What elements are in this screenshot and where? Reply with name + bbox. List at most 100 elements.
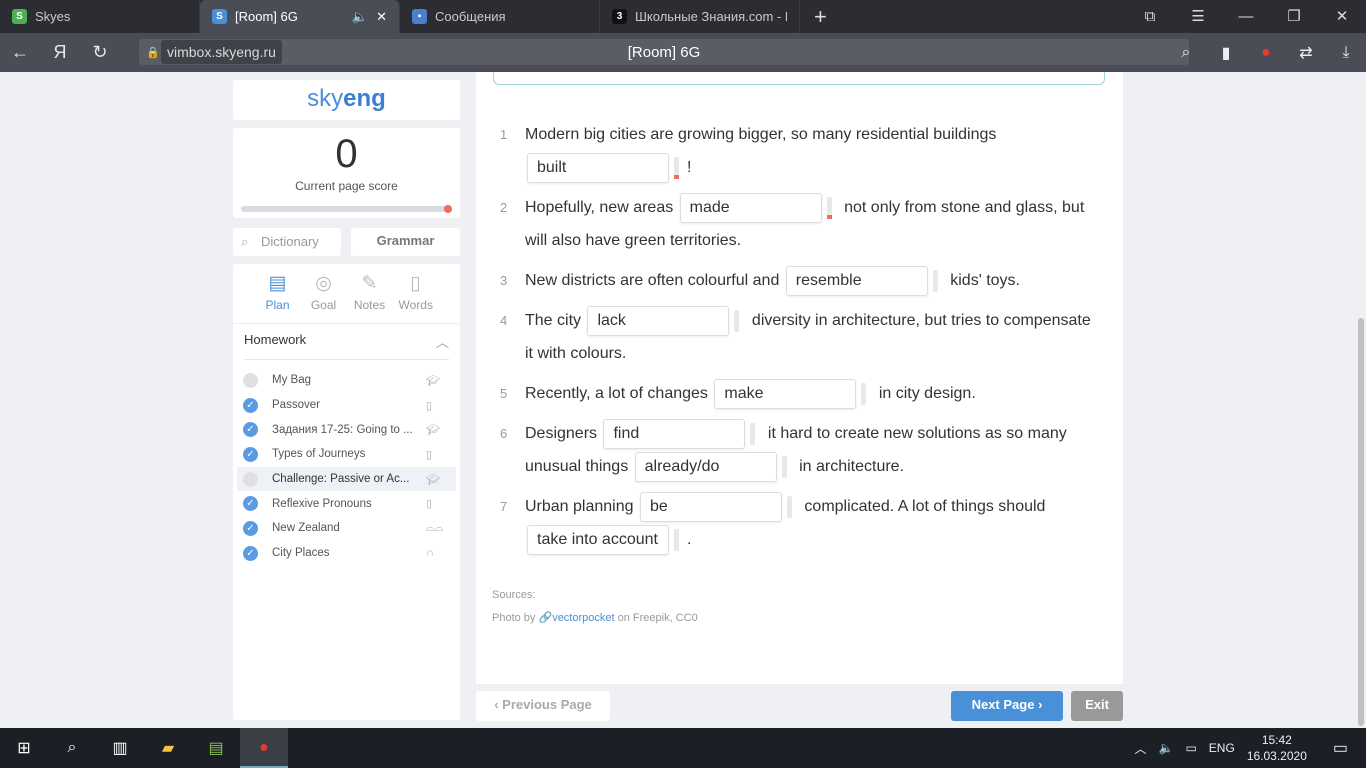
dictionary-placeholder: Dictionary [261, 234, 319, 249]
plan-icon: ▤ [268, 273, 287, 294]
search-icon[interactable]: ⌕ [48, 739, 96, 757]
item-number: 2 [500, 200, 508, 215]
lesson-item[interactable]: ✓ Passover ▯ [237, 393, 456, 418]
lesson-item[interactable]: ✓ City Places ∩ [237, 541, 456, 566]
progress-icon [243, 372, 258, 388]
browser-tab[interactable]: S [Room] 6G 🔈 ✕ [200, 0, 400, 33]
tray-chevron-icon[interactable]: ︿ [1134, 740, 1146, 757]
lesson-item[interactable]: ✓ New Zealand ⌓⌓ [237, 516, 456, 541]
restore-button[interactable]: ❐ [1270, 0, 1318, 33]
tab-label: [Room] 6G [235, 9, 298, 24]
chevron-left-icon: ‹ [494, 697, 503, 712]
author-link[interactable]: vectorpocket [552, 612, 614, 624]
next-page-button[interactable]: Next Page › [951, 691, 1063, 721]
item-number: 3 [500, 273, 508, 288]
grammar-button[interactable]: Grammar [351, 228, 460, 256]
url-field[interactable]: 🔒 vimbox.skyeng.ru [Room] 6G [139, 39, 1189, 65]
browser-tab[interactable]: 3 Школьные Знания.com - Р [600, 0, 800, 33]
tab-favicon: 3 [612, 9, 627, 24]
tab-label: Школьные Знания.com - Р [635, 9, 787, 24]
search-icon: ⌕ [241, 234, 249, 249]
pencil-icon: ✎ [361, 273, 378, 294]
sentence-text: New districts are often colourful and [525, 272, 784, 289]
language-indicator[interactable]: ENG [1209, 741, 1235, 755]
previous-page-button[interactable]: ‹ Previous Page [476, 691, 610, 721]
sentence-text: . [687, 531, 692, 548]
tab-words[interactable]: ▯ Words [399, 272, 433, 323]
answer-input[interactable]: resemble [785, 265, 928, 296]
new-tab-button[interactable]: + [814, 4, 827, 30]
mute-icon[interactable]: 🔈 [352, 9, 368, 25]
sources-suffix: on Freepik, CC0 [614, 612, 698, 624]
dictionary-input[interactable]: ⌕ Dictionary [233, 228, 341, 256]
lesson-item[interactable]: ✓ Types of Journeys ▯ [237, 442, 456, 467]
exercise-row: 5 Recently, a lot of changes make in city… [500, 377, 1100, 410]
adblock-icon[interactable]: ● [1246, 44, 1286, 62]
answer-input[interactable]: be [639, 491, 782, 522]
windows-start-icon[interactable]: ⊞ [0, 738, 48, 758]
tab-notes[interactable]: ✎ Notes [353, 272, 387, 323]
file-explorer-icon[interactable]: ▰ [144, 738, 192, 758]
scrollbar[interactable] [1358, 318, 1364, 726]
answer-input[interactable]: find [603, 418, 746, 449]
homework-header[interactable]: Homework ︿ [244, 324, 449, 360]
book-icon: ▯ [426, 399, 433, 412]
lesson-item[interactable]: ✓ Задания 17-25: Going to ... 🎓︎ [237, 417, 456, 442]
reload-icon[interactable]: ↻ [80, 42, 120, 63]
volume-icon[interactable]: 🔈 [1159, 741, 1174, 755]
lesson-name: City Places [272, 547, 330, 560]
notepad-icon[interactable]: ▤ [192, 738, 240, 758]
next-label: Next Page [971, 697, 1035, 712]
sentence-text: Designers [525, 425, 602, 442]
bookmark-icon[interactable]: ▮ [1206, 43, 1246, 63]
lesson-item[interactable]: My Bag 🎓︎ [237, 368, 456, 393]
address-bar: ← Я ↻ 🔒 vimbox.skyeng.ru [Room] 6G ⌕ ▮ ●… [0, 33, 1366, 72]
score-value: 0 [335, 132, 358, 176]
answer-input[interactable]: made [679, 192, 822, 223]
download-icon[interactable]: ⤓ [1326, 44, 1366, 62]
tab-plan[interactable]: ▤ Plan [261, 272, 295, 323]
yandex-browser-icon[interactable]: ● [240, 728, 288, 768]
close-window-button[interactable]: ✕ [1318, 0, 1366, 33]
clock[interactable]: 15:42 16.03.2020 [1247, 732, 1307, 764]
yandex-button[interactable]: Я [40, 42, 80, 63]
check-icon: ✓ [243, 422, 258, 438]
taskbar: ⊞ ⌕ ▥ ▰ ▤ ● ︿ 🔈 ▭ ENG 15:42 16.03.2020 ▭ [0, 728, 1366, 768]
sources-prefix: Photo by [492, 612, 539, 624]
logo-part: sky [307, 85, 344, 112]
tab-goal[interactable]: ◎ Goal [307, 272, 341, 323]
exercise-row: 6 Designers find it hard to create new so… [500, 417, 1100, 483]
graduation-cap-icon: 🎓︎ [426, 473, 440, 486]
answer-status-marker [750, 422, 756, 445]
lesson-name: Challenge: Passive or Ac... [272, 473, 410, 486]
network-icon[interactable]: ▭ [1185, 741, 1196, 755]
chevron-right-icon: › [1038, 697, 1043, 712]
menu-icon[interactable]: ☰ [1174, 0, 1222, 33]
graduation-cap-icon: 🎓︎ [426, 424, 440, 437]
time: 15:42 [1261, 733, 1292, 747]
answer-input[interactable]: built [527, 152, 669, 183]
exercise-row: 4 The city lack diversity in architecture… [500, 304, 1100, 370]
browser-tab[interactable]: ▪ Сообщения [400, 0, 600, 33]
answer-status-marker [826, 196, 832, 219]
minimize-button[interactable]: — [1222, 0, 1270, 33]
collections-icon[interactable]: ⧉ [1126, 0, 1174, 33]
exercise-row: 3 New districts are often colourful and r… [500, 264, 1100, 297]
browser-tab[interactable]: S Skyes [0, 0, 200, 33]
search-icon[interactable]: ⌕ [1166, 44, 1206, 62]
answer-input[interactable]: already/do [634, 451, 777, 482]
plan-panel: ▤ Plan ◎ Goal ✎ Notes ▯ Words Homework ︿ My Bag 🎓… [233, 264, 460, 720]
answer-input[interactable]: take into account [527, 524, 669, 555]
back-icon[interactable]: ← [0, 42, 40, 63]
check-icon: ✓ [243, 397, 258, 413]
check-icon: ✓ [243, 446, 258, 462]
lesson-item[interactable]: Challenge: Passive or Ac... 🎓︎ [237, 466, 456, 492]
answer-input[interactable]: make [714, 378, 857, 409]
answer-input[interactable]: lack [587, 305, 730, 336]
notifications-icon[interactable]: ▭ [1333, 738, 1348, 758]
lesson-item[interactable]: ✓ Reflexive Pronouns ▯ [237, 491, 456, 516]
task-view-icon[interactable]: ▥ [96, 738, 144, 758]
translate-icon[interactable]: ⇄ [1286, 43, 1326, 63]
exit-button[interactable]: Exit [1071, 691, 1123, 721]
close-tab-icon[interactable]: ✕ [376, 9, 387, 25]
